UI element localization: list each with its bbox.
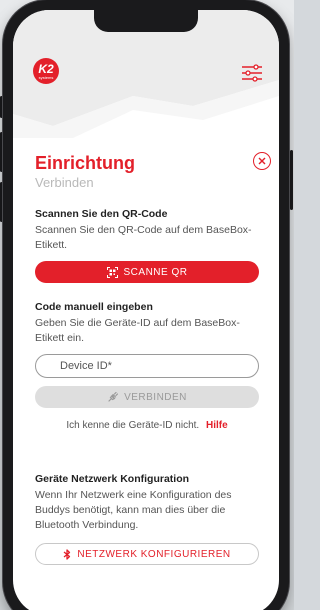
connect-button[interactable]: VERBINDEN (35, 386, 259, 408)
page-subtitle: Verbinden (35, 175, 94, 190)
help-link[interactable]: Hilfe (206, 420, 228, 431)
bluetooth-icon (63, 548, 71, 560)
notch (94, 10, 198, 32)
device-id-input[interactable] (60, 360, 240, 372)
page-title: Einrichtung (35, 153, 135, 173)
configure-network-button[interactable]: NETZWERK KONFIGURIEREN (35, 543, 259, 565)
power-button (290, 150, 293, 210)
logo-text: K2 (38, 61, 54, 76)
setup-content: Einrichtung Verbinden Scannen Sie den QR… (35, 152, 259, 565)
brand-logo[interactable]: K2 systems (33, 58, 59, 84)
qr-section-text: Scannen Sie den QR-Code auf dem BaseBox-… (35, 224, 252, 251)
scan-qr-button[interactable]: SCANNE QR (35, 261, 259, 283)
help-line: Ich kenne die Geräte-ID nicht. Hilfe (35, 420, 259, 431)
connect-label: VERBINDEN (124, 391, 187, 403)
manual-section-text: Geben Sie die Geräte-ID auf dem BaseBox-… (35, 317, 240, 344)
phone-screen: K2 systems Einrichtung Verbinden Scannen… (13, 10, 279, 610)
logo-subtext: systems (38, 74, 54, 80)
scan-qr-label: SCANNE QR (123, 266, 188, 278)
device-id-field[interactable] (35, 354, 259, 378)
sliders-icon[interactable] (241, 64, 263, 82)
help-text: Ich kenne die Geräte-ID nicht. (66, 420, 200, 431)
plug-icon (108, 391, 119, 402)
network-section-text: Wenn Ihr Netzwerk eine Konfiguration des… (35, 489, 232, 531)
qr-scan-icon (106, 266, 118, 278)
qr-section-heading: Scannen Sie den QR-Code (35, 208, 168, 220)
configure-network-label: NETZWERK KONFIGURIEREN (77, 548, 231, 560)
close-icon (258, 157, 266, 165)
phone-frame: K2 systems Einrichtung Verbinden Scannen… (3, 0, 289, 610)
network-section-heading: Geräte Netzwerk Konfiguration (35, 473, 190, 485)
manual-section-heading: Code manuell eingeben (35, 301, 153, 313)
stage: K2 systems Einrichtung Verbinden Scannen… (0, 0, 294, 610)
